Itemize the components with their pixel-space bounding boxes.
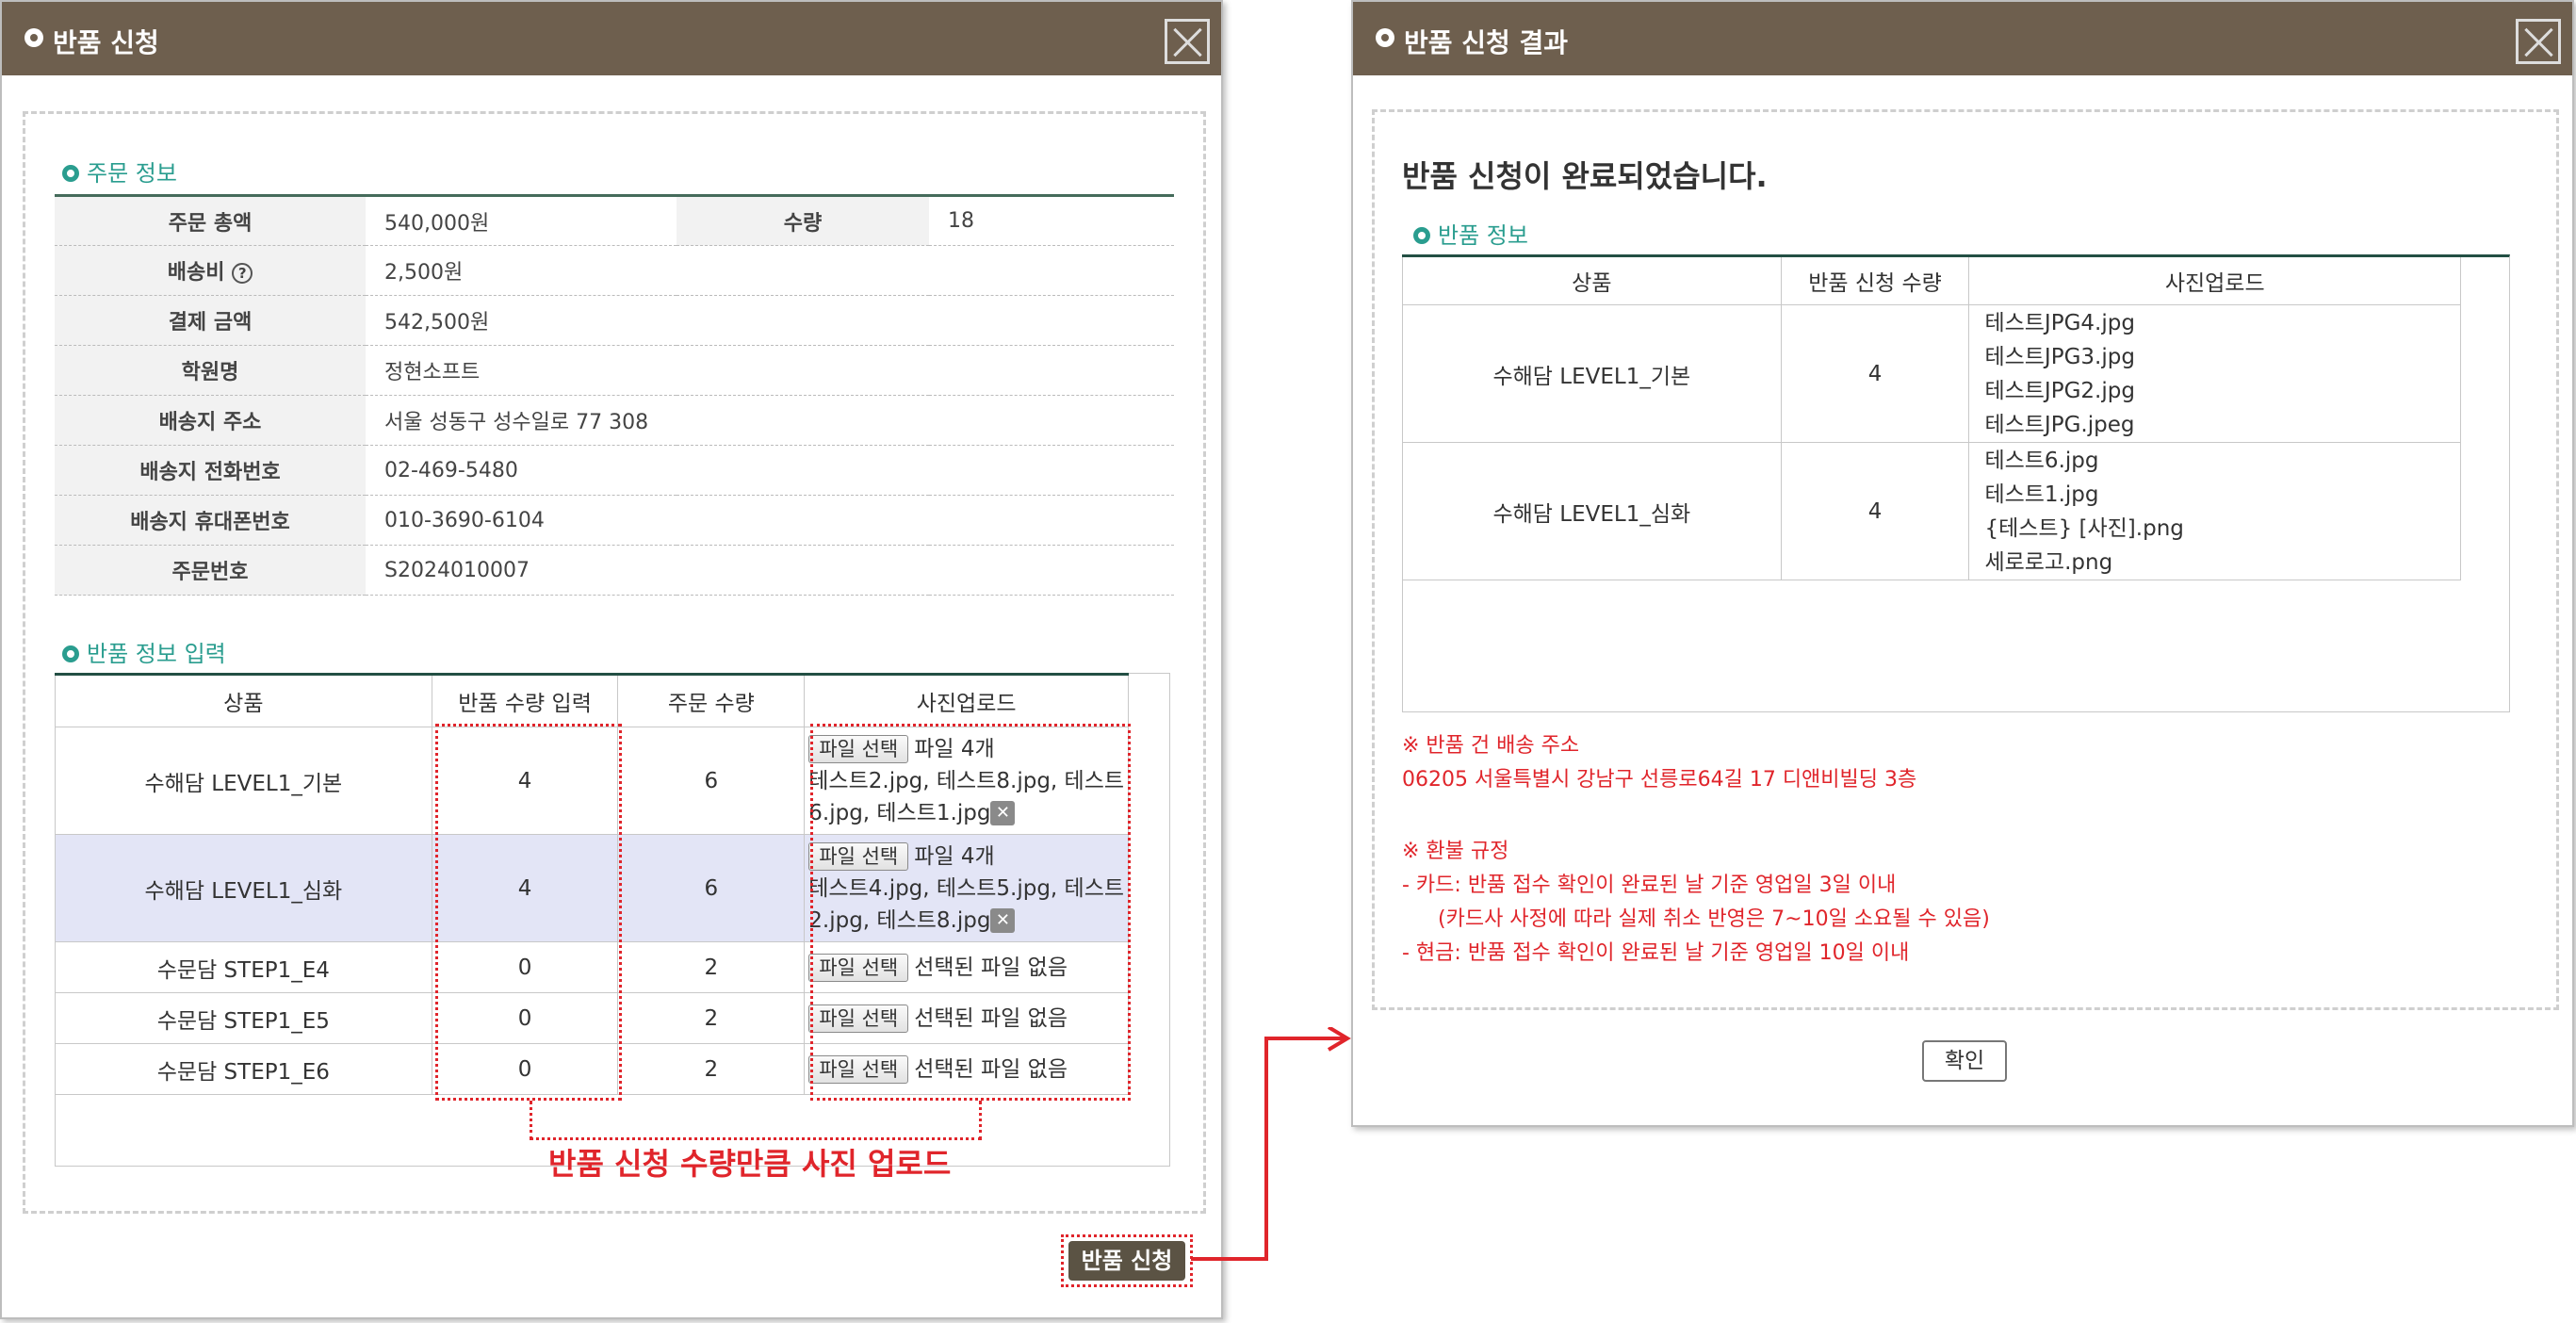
file-name: 테스트1.jpg [1984,482,2099,507]
return-address-notice: ※ 반품 건 배송 주소 06205 서울특별시 강남구 선릉로64길 17 디… [1402,729,1916,797]
academy-row: 학원명 정현소프트 [55,345,1174,396]
table-header-row: 상품 반품 수량 입력 주문 수량 사진업로드 [55,674,1129,727]
flow-arrow [1191,1027,1351,1261]
confirm-button[interactable]: 확인 [1922,1040,2007,1082]
notice-text: 06205 서울특별시 강남구 선릉로64길 17 디앤비빌딩 3층 [1402,768,1917,792]
return-result-dialog: 반품 신청 결과 반품 신청이 완료되었습니다. 반품 정보 상품 반품 신청 … [1351,0,2574,1127]
order-qty: 2 [617,941,806,993]
return-qty: 4 [1780,442,1970,580]
file-name: 테스트6.jpg [1984,448,2099,473]
shipping-fee-row: 배송비 ? 2,500원 [55,245,1174,296]
photo-upload-highlight [810,724,1131,1101]
shipping-fee-label: 배송비 ? [55,245,366,296]
file-name: 테스트JPG3.jpg [1984,344,2135,369]
product-name: 수해담 LEVEL1_심화 [55,834,432,942]
notice-title: ※ 환불 규정 [1402,840,1509,863]
return-section-title: 반품 정보 입력 [62,635,226,668]
table-header-row: 상품 반품 신청 수량 사진업로드 [1402,255,2461,305]
product-name: 수문담 STEP1_E6 [55,1043,432,1095]
mobile-row: 배송지 휴대폰번호 010-3690-6104 [55,495,1174,546]
order-total-value: 540,000원 [366,195,677,246]
mobile-label: 배송지 휴대폰번호 [55,495,366,546]
phone-label: 배송지 전화번호 [55,445,366,496]
order-number-label: 주문번호 [55,545,366,596]
order-number-row: 주문번호 S2024010007 [55,545,1174,596]
order-total-label: 주문 총액 [55,195,366,246]
section-bullet-icon [62,165,79,182]
close-icon[interactable] [1165,19,1210,64]
dialog-title: 반품 신청 결과 [1404,27,1569,58]
shipping-fee-value: 2,500원 [366,245,1174,296]
paid-amount-value: 542,500원 [366,295,1174,346]
completion-heading: 반품 신청이 완료되었습니다. [1402,158,1768,194]
column-header: 상품 [1402,255,1782,305]
file-name: 테스트JPG2.jpg [1984,378,2135,403]
file-name: 테스트JPG.jpeg [1984,412,2135,437]
column-header: 반품 신청 수량 [1780,255,1970,305]
annotation-label: 반품 신청 수량만큼 사진 업로드 [548,1146,952,1182]
mobile-value: 010-3690-6104 [366,495,1174,546]
notice-text: (카드사 사정에 따라 실제 취소 반영은 7~10일 소요될 수 있음) [1438,907,1990,931]
address-row: 배송지 주소 서울 성동구 성수일로 77 308 [55,395,1174,446]
table-row: 수해담 LEVEL1_심화 4 테스트6.jpg 테스트1.jpg {테스트} … [1402,442,2461,580]
close-icon[interactable] [2516,19,2561,64]
notice-title: ※ 반품 건 배송 주소 [1402,734,1580,758]
column-header: 주문 수량 [617,674,806,727]
academy-label: 학원명 [55,345,366,396]
section-bullet-icon [1413,227,1430,244]
product-name: 수문담 STEP1_E5 [55,992,432,1044]
paid-amount-label: 결제 금액 [55,295,366,346]
paid-amount-row: 결제 금액 542,500원 [55,295,1174,346]
uploaded-files: 테스트JPG4.jpg 테스트JPG3.jpg 테스트JPG2.jpg 테스트J… [1968,304,2461,443]
column-header: 사진업로드 [1968,255,2461,305]
return-request-dialog: 반품 신청 주문 정보 주문 총액 540,000원 수량 18 배송비 ? 2… [0,0,1223,1319]
order-qty: 2 [617,1043,806,1095]
return-qty-highlight [435,724,622,1101]
dialog-header: 반품 신청 [2,2,1221,75]
help-icon[interactable]: ? [232,263,253,284]
product-name: 수해담 LEVEL1_심화 [1402,442,1782,580]
section-bullet-icon [62,645,79,662]
address-label: 배송지 주소 [55,395,366,446]
dialog-header: 반품 신청 결과 [1353,2,2572,75]
address-value: 서울 성동구 성수일로 77 308 [366,395,1174,446]
product-name: 수해담 LEVEL1_기본 [55,727,432,835]
return-info-title: 반품 정보 [1413,217,1528,250]
phone-row: 배송지 전화번호 02-469-5480 [55,445,1174,496]
column-header: 사진업로드 [804,674,1129,727]
table-row: 수해담 LEVEL1_기본 4 테스트JPG4.jpg 테스트JPG3.jpg … [1402,304,2461,443]
file-name: 세로로고.png [1984,549,2113,575]
order-total-row: 주문 총액 540,000원 수량 18 [55,195,1174,246]
file-name: {테스트} [사진].png [1984,515,2184,541]
return-result-table: 상품 반품 신청 수량 사진업로드 수해담 LEVEL1_기본 4 테스트JPG… [1402,254,2461,580]
quantity-label: 수량 [677,195,929,246]
annotation-bracket [530,1101,982,1140]
column-header: 반품 수량 입력 [431,674,619,727]
column-header: 상품 [55,674,432,727]
notice-text: - 카드: 반품 접수 확인이 완료된 날 기준 영업일 3일 이내 [1402,874,1897,897]
uploaded-files: 테스트6.jpg 테스트1.jpg {테스트} [사진].png 세로로고.pn… [1968,442,2461,580]
order-qty: 6 [617,727,806,835]
file-name: 테스트JPG4.jpg [1984,310,2135,335]
submit-return-button[interactable]: 반품 신청 [1068,1241,1185,1281]
title-bullet-icon [1376,28,1394,47]
notice-text: - 현금: 반품 접수 확인이 완료된 날 기준 영업일 10일 이내 [1402,941,1910,965]
order-qty: 6 [617,834,806,942]
product-name: 수해담 LEVEL1_기본 [1402,304,1782,443]
order-qty: 2 [617,992,806,1044]
dialog-title: 반품 신청 [53,27,159,58]
return-qty: 4 [1780,304,1970,443]
order-info-table: 주문 총액 540,000원 수량 18 배송비 ? 2,500원 결제 금액 … [55,194,1174,596]
refund-policy-notice: ※ 환불 규정 - 카드: 반품 접수 확인이 완료된 날 기준 영업일 3일 … [1402,835,1990,971]
product-name: 수문담 STEP1_E4 [55,941,432,993]
title-bullet-icon [24,28,43,47]
order-number-value: S2024010007 [366,545,1174,596]
phone-value: 02-469-5480 [366,445,1174,496]
order-section-title: 주문 정보 [62,155,177,188]
quantity-value: 18 [929,195,1174,246]
academy-value: 정현소프트 [366,345,1174,396]
